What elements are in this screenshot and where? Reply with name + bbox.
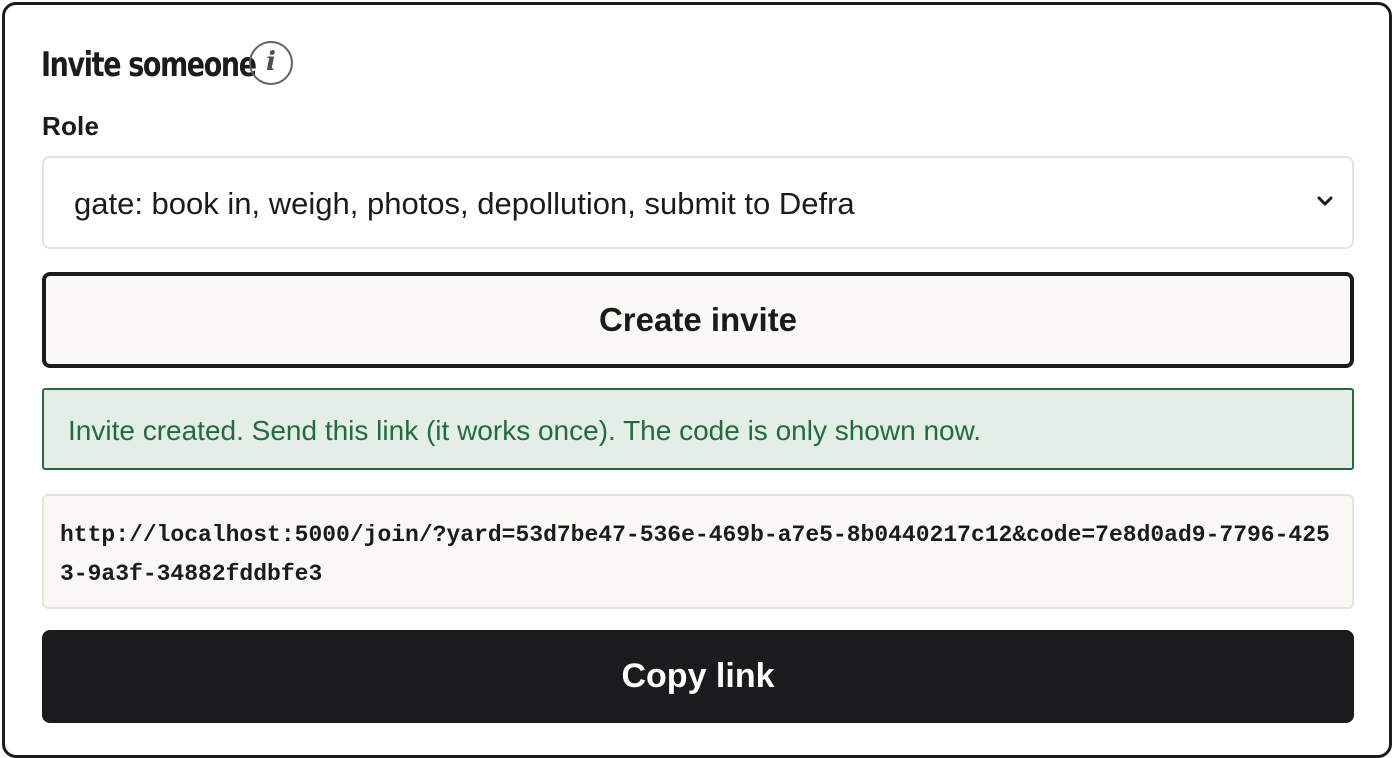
copy-link-button[interactable]: Copy link xyxy=(42,630,1354,723)
success-alert: Invite created. Send this link (it works… xyxy=(42,388,1354,470)
chevron-down-icon xyxy=(1317,196,1333,206)
role-select[interactable]: gate: book in, weigh, photos, depollutio… xyxy=(42,156,1354,249)
create-invite-button[interactable]: Create invite xyxy=(42,272,1354,368)
role-select-value: gate: book in, weigh, photos, depollutio… xyxy=(74,186,855,221)
info-icon[interactable]: i xyxy=(249,41,293,85)
success-alert-message: Invite created. Send this link (it works… xyxy=(68,415,982,446)
role-label: Role xyxy=(42,111,100,141)
invite-header: Invite someone i xyxy=(41,39,293,91)
invite-title: Invite someone xyxy=(41,45,257,85)
invite-card: Invite someone i Role gate: book in, wei… xyxy=(2,2,1392,758)
invite-link-field[interactable]: http://localhost:5000/join/?yard=53d7be4… xyxy=(42,494,1354,609)
